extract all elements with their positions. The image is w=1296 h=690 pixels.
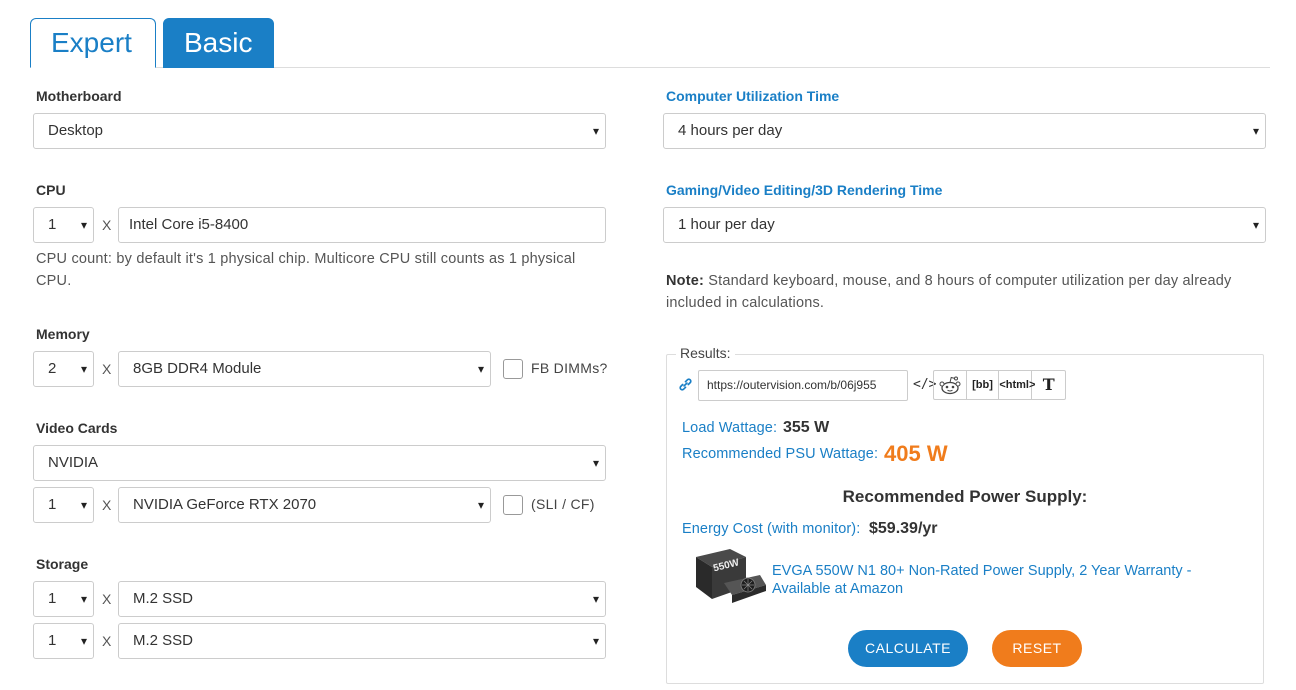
reddit-icon	[939, 376, 961, 395]
multiply-sign: X	[102, 217, 112, 233]
cpu-model-input[interactable]: Intel Core i5-8400	[118, 207, 606, 243]
cpu-help-line1: CPU count: by default it's 1 physical ch…	[36, 251, 576, 267]
calculate-button[interactable]: CALCULATE	[848, 630, 968, 667]
motherboard-label: Motherboard	[36, 88, 122, 104]
results-panel	[666, 354, 1264, 684]
storage-label: Storage	[36, 556, 89, 572]
note-bold: Note:	[666, 273, 705, 289]
psu-wattage-label: Recommended PSU Wattage:	[682, 446, 879, 462]
energy-cost-label: Energy Cost (with monitor):	[682, 521, 861, 537]
motherboard-select[interactable]: Desktop	[33, 113, 606, 149]
psu-wattage-value: 405 W	[884, 441, 948, 466]
tab-bar: Expert Basic	[30, 18, 1270, 68]
load-wattage-label: Load Wattage:	[682, 420, 778, 436]
memory-label: Memory	[36, 326, 90, 342]
results-legend: Results:	[676, 345, 735, 361]
psu-product-image[interactable]: 550W	[690, 543, 768, 613]
storage-type-select[interactable]: M.2 SSD	[118, 581, 606, 617]
reset-button[interactable]: RESET	[992, 630, 1082, 667]
video-count-select[interactable]: 1	[33, 487, 94, 523]
fb-dimms-checkbox[interactable]	[503, 359, 523, 379]
fb-dimms-label: FB DIMMs?	[531, 360, 608, 376]
cpu-label: CPU	[36, 182, 66, 198]
memory-module-select[interactable]: 8GB DDR4 Module	[118, 351, 491, 387]
storage-count-select[interactable]: 1	[33, 581, 94, 617]
gaming-time-select[interactable]: 1 hour per day	[663, 207, 1266, 243]
video-model-select[interactable]: NVIDIA GeForce RTX 2070	[118, 487, 491, 523]
share-url-input[interactable]: https://outervision.com/b/06j955	[698, 370, 908, 401]
memory-count-select[interactable]: 2	[33, 351, 94, 387]
text-share-button[interactable]: T	[1032, 371, 1065, 399]
tab-basic[interactable]: Basic	[163, 18, 274, 68]
reddit-share-button[interactable]	[934, 371, 967, 399]
gaming-time-label: Gaming/Video Editing/3D Rendering Time	[666, 182, 943, 198]
cpu-count-select[interactable]: 1	[33, 207, 94, 243]
multiply-sign: X	[102, 497, 112, 513]
utilization-select[interactable]: 4 hours per day	[663, 113, 1266, 149]
multiply-sign: X	[102, 361, 112, 377]
cpu-help-text: CPU count: by default it's 1 physical ch…	[36, 248, 606, 292]
storage-type-select[interactable]: M.2 SSD	[118, 623, 606, 659]
link-icon[interactable]	[678, 377, 693, 396]
multiply-sign: X	[102, 633, 112, 649]
sli-checkbox[interactable]	[503, 495, 523, 515]
html-share-button[interactable]: <html>	[999, 371, 1035, 399]
energy-cost-value: $59.39/yr	[869, 520, 938, 537]
utilization-label: Computer Utilization Time	[666, 88, 840, 104]
note-text: Note: Standard keyboard, mouse, and 8 ho…	[666, 270, 1256, 314]
bbcode-share-button[interactable]: [bb]	[967, 371, 1000, 399]
tab-expert[interactable]: Expert	[30, 18, 156, 68]
sli-label: (SLI / CF)	[531, 496, 595, 512]
note-body: Standard keyboard, mouse, and 8 hours of…	[666, 273, 1232, 311]
recommended-psu-title: Recommended Power Supply:	[842, 487, 1088, 506]
storage-count-select[interactable]: 1	[33, 623, 94, 659]
multiply-sign: X	[102, 591, 112, 607]
share-button-group: [bb] <html> T	[933, 370, 1066, 400]
cpu-help-line2: CPU.	[36, 273, 72, 289]
psu-product-line1[interactable]: EVGA 550W N1 80+ Non-Rated Power Supply,…	[772, 562, 1212, 580]
load-wattage-value: 355 W	[783, 419, 830, 436]
psu-product-link[interactable]: EVGA 550W N1 80+ Non-Rated Power Supply,…	[772, 562, 1212, 598]
video-brand-select[interactable]: NVIDIA	[33, 445, 606, 481]
video-cards-label: Video Cards	[36, 420, 118, 436]
psu-product-line2[interactable]: Available at Amazon	[772, 580, 1212, 598]
